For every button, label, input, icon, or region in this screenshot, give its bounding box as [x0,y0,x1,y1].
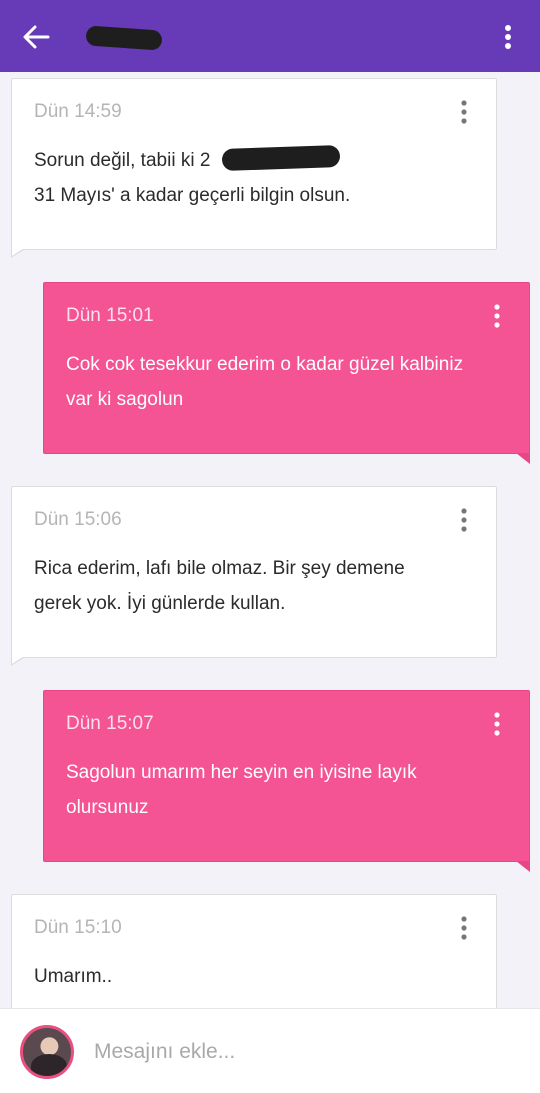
message-input[interactable] [94,1037,514,1067]
more-vert-icon[interactable] [491,711,503,737]
message-bubble[interactable]: Dün 14:59 Sorun değil, tabii ki 2 31 May… [11,78,497,258]
message-time: Dün 15:07 [66,713,154,734]
message-bubble[interactable]: Dün 15:01 Cok cok tesekkur ederim o kada… [43,282,530,464]
more-vert-icon[interactable] [498,24,518,50]
message-list[interactable]: Dün 14:59 Sorun değil, tabii ki 2 31 May… [0,72,540,1008]
more-vert-icon[interactable] [458,99,470,125]
message-text: Cok cok tesekkur ederim o kadar güzel ka… [66,354,464,410]
message-bubble[interactable]: Dün 15:10 Umarım.. [11,894,497,1008]
app-bar: Ja [0,0,540,72]
more-vert-icon[interactable] [491,303,503,329]
bubble-tail [516,453,530,464]
avatar[interactable] [20,1025,74,1079]
message-time: Dün 15:01 [66,305,154,326]
bubble-tail [11,656,25,666]
message-bubble[interactable]: Dün 15:07 Sagolun umarım her seyin en iy… [43,690,530,872]
avatar-image [31,1054,67,1076]
message-text: Sagolun umarım her seyin en iyisine layı… [66,762,417,818]
more-vert-icon[interactable] [458,507,470,533]
message-composer [0,1008,540,1093]
message-time: Dün 14:59 [34,101,122,122]
message-time: Dün 15:10 [34,917,122,938]
redaction-mark [221,144,341,172]
message-time: Dün 15:06 [34,509,122,530]
message-text: Umarım.. [34,966,113,987]
bubble-tail [11,248,25,258]
arrow-back-icon[interactable] [22,24,50,50]
message-text: Rica ederim, lafı bile olmaz. Bir şey de… [34,558,405,614]
message-bubble[interactable]: Dün 15:06 Rica ederim, lafı bile olmaz. … [11,486,497,666]
bubble-tail [516,861,530,872]
more-vert-icon[interactable] [458,915,470,941]
